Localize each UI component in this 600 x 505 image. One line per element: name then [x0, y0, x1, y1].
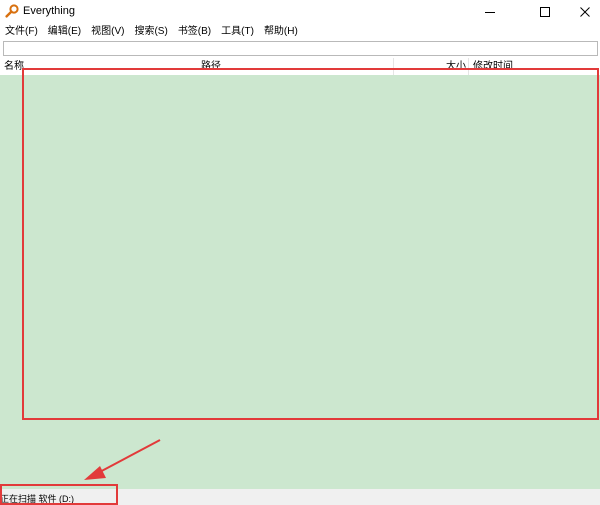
close-icon: [580, 7, 590, 17]
menu-bookmarks[interactable]: 书签(B): [173, 24, 216, 40]
menu-edit[interactable]: 编辑(E): [43, 24, 86, 40]
title-bar[interactable]: Everything: [0, 0, 600, 24]
menu-view[interactable]: 视图(V): [86, 24, 129, 40]
search-bar: [0, 40, 600, 58]
menu-help[interactable]: 帮助(H): [259, 24, 303, 40]
minimize-button[interactable]: [475, 0, 505, 24]
maximize-button[interactable]: [530, 0, 560, 24]
column-name-header[interactable]: 名称: [4, 58, 24, 75]
menu-file[interactable]: 文件(F): [0, 24, 43, 40]
menu-bar: 文件(F) 编辑(E) 视图(V) 搜索(S) 书签(B) 工具(T) 帮助(H…: [0, 24, 600, 40]
minimize-icon: [485, 12, 495, 13]
status-highlight-box: [0, 484, 118, 505]
search-input[interactable]: [3, 41, 598, 56]
window-title: Everything: [23, 5, 75, 17]
close-button[interactable]: [570, 0, 600, 24]
maximize-icon: [540, 7, 550, 17]
menu-search[interactable]: 搜索(S): [129, 24, 172, 40]
menu-tools[interactable]: 工具(T): [216, 24, 259, 40]
results-highlight-box: [22, 68, 599, 420]
magnifier-icon: [5, 4, 19, 18]
